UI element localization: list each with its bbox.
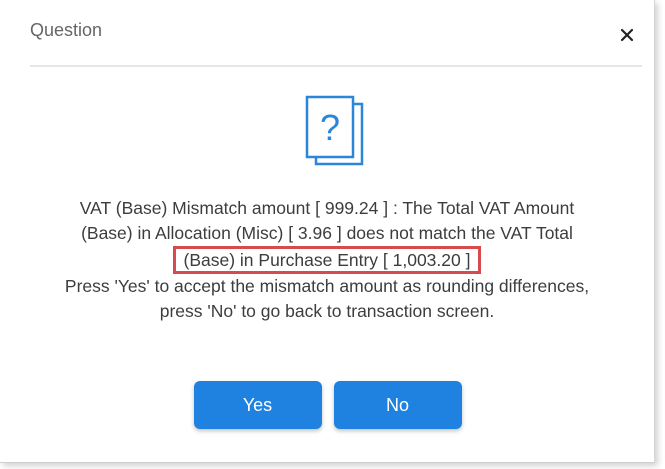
dialog-header: Question [30, 14, 642, 54]
dialog-title: Question [30, 20, 103, 40]
message-line: press 'No' to go back to transaction scr… [159, 301, 495, 321]
button-row: Yes No [0, 381, 655, 429]
question-dialog: Question ? VAT (Base) Mismatch amount [ … [0, 0, 655, 463]
message-line: VAT (Base) Mismatch amount [ 999.24 ] : … [79, 198, 575, 218]
yes-button[interactable]: Yes [193, 381, 322, 429]
question-document-icon: ? [305, 95, 377, 173]
highlighted-amount: (Base) in Purchase Entry [ 1,003.20 ] [172, 246, 482, 274]
svg-text:?: ? [320, 107, 340, 148]
message-line: Press 'Yes' to accept the mismatch amoun… [64, 276, 590, 296]
dialog-message: VAT (Base) Mismatch amount [ 999.24 ] : … [18, 196, 636, 324]
close-button[interactable] [614, 22, 640, 48]
no-button[interactable]: No [333, 381, 462, 429]
close-icon [620, 28, 634, 42]
header-divider [30, 65, 642, 67]
message-line: (Base) in Allocation (Misc) [ 3.96 ] doe… [81, 223, 573, 243]
